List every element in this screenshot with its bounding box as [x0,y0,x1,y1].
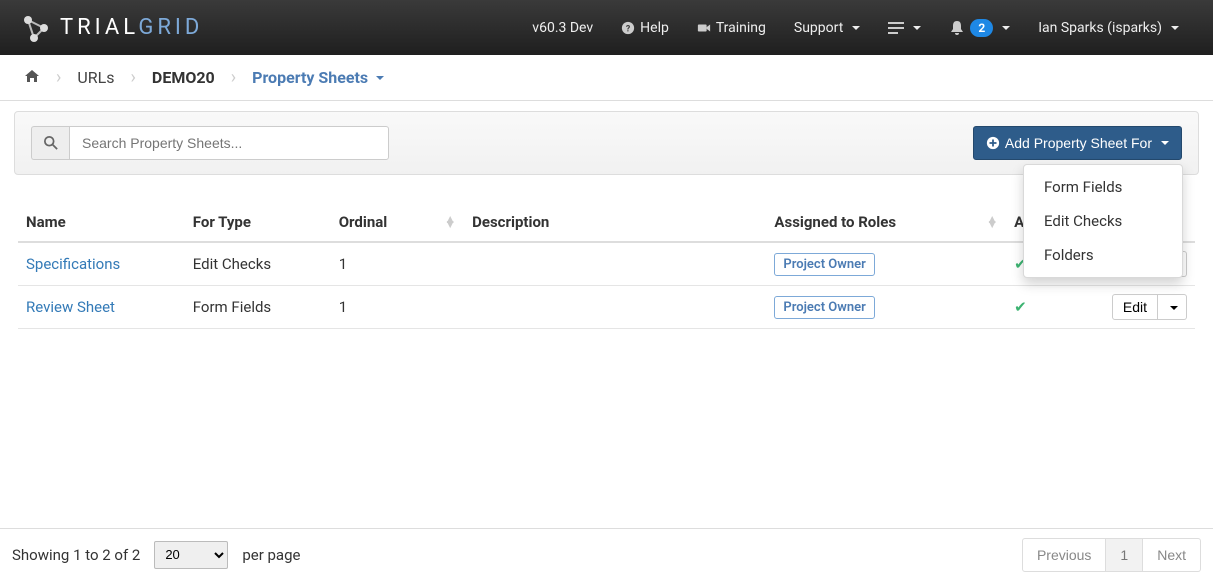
plus-circle-icon [986,136,1000,150]
caret-down-icon [376,76,384,80]
row-for-type: Edit Checks [185,242,331,286]
breadcrumb-separator: › [127,67,140,88]
row-for-type: Form Fields [185,286,331,329]
brand-text: TRIALGRID [60,15,203,40]
add-property-sheet-button[interactable]: Add Property Sheet For [973,126,1182,160]
sort-icon: ▲▼ [444,217,456,227]
pager-next[interactable]: Next [1143,538,1201,572]
help-link[interactable]: ? Help [607,0,683,55]
svg-text:?: ? [626,24,631,34]
footer: Showing 1 to 2 of 2 20 per page Previous… [0,528,1213,580]
col-name[interactable]: Name [18,203,185,242]
edit-caret-button[interactable] [1158,294,1187,320]
caret-down-icon [1171,26,1179,30]
dropdown-item-edit-checks[interactable]: Edit Checks [1024,204,1182,238]
home-icon [24,68,40,84]
brand-logo[interactable]: TRIALGRID [20,12,203,44]
caret-down-icon [913,26,921,30]
breadcrumb-home[interactable] [18,68,46,88]
search-addon [31,126,69,160]
list-menu[interactable] [874,0,935,55]
property-sheets-table: Name For Type Ordinal▲▼ Description Assi… [18,203,1195,329]
video-icon [697,21,711,35]
add-button-label: Add Property Sheet For [1005,135,1152,151]
col-ordinal[interactable]: Ordinal▲▼ [331,203,464,242]
row-ordinal: 1 [331,286,464,329]
breadcrumb-current[interactable]: Property Sheets [246,68,390,87]
help-label: Help [640,20,669,36]
col-description[interactable]: Description [464,203,766,242]
role-badge: Project Owner [774,253,874,276]
user-display-label: Ian Sparks (isparks) [1038,20,1162,36]
role-badge: Project Owner [774,296,874,319]
footer-left: Showing 1 to 2 of 2 20 per page [12,541,300,569]
logo-icon [20,12,52,44]
help-icon: ? [621,21,635,35]
col-assigned[interactable]: Assigned to Roles▲▼ [766,203,1006,242]
page-size-select[interactable]: 20 [154,541,228,569]
search-icon [44,136,58,150]
caret-down-icon [1170,306,1178,310]
table-row: Specifications Edit Checks 1 Project Own… [18,242,1195,286]
content-area: Add Property Sheet For Form Fields Edit … [0,101,1213,329]
breadcrumb-urls[interactable]: URLs [71,68,120,87]
top-navbar: TRIALGRID v60.3 Dev ? Help Training Supp… [0,0,1213,55]
table-row: Review Sheet Form Fields 1 Project Owner… [18,286,1195,329]
training-label: Training [716,20,766,36]
toolbar-panel: Add Property Sheet For Form Fields Edit … [14,111,1199,175]
pager-current[interactable]: 1 [1106,538,1143,572]
row-name-link[interactable]: Review Sheet [26,298,115,316]
breadcrumb-separator: › [52,67,65,88]
breadcrumb-current-label: Property Sheets [252,68,368,87]
caret-down-icon [852,26,860,30]
showing-label: Showing 1 to 2 of 2 [12,546,140,564]
table-wrap: Name For Type Ordinal▲▼ Description Assi… [14,203,1199,329]
user-menu[interactable]: Ian Sparks (isparks) [1024,0,1193,55]
search-group [31,126,389,160]
caret-down-icon [1002,26,1010,30]
sort-icon: ▲▼ [986,217,998,227]
row-ordinal: 1 [331,242,464,286]
dropdown-item-form-fields[interactable]: Form Fields [1024,170,1182,204]
version-label: v60.3 Dev [518,0,607,55]
bell-icon [949,20,965,36]
training-link[interactable]: Training [683,0,780,55]
support-label: Support [794,20,843,36]
notifications-menu[interactable]: 2 [935,0,1024,55]
row-name-link[interactable]: Specifications [26,255,120,273]
notification-count-badge: 2 [970,19,993,37]
pager-previous[interactable]: Previous [1022,538,1106,572]
per-page-label: per page [242,546,300,564]
breadcrumb: › URLs › DEMO20 › Property Sheets [0,55,1213,101]
list-icon [888,20,904,36]
breadcrumb-separator: › [227,67,240,88]
breadcrumb-project[interactable]: DEMO20 [146,68,221,87]
add-dropdown-menu: Form Fields Edit Checks Folders [1023,164,1183,278]
row-description [464,242,766,286]
pager: Previous 1 Next [1022,538,1201,572]
row-description [464,286,766,329]
dropdown-item-folders[interactable]: Folders [1024,238,1182,272]
edit-button-group: Edit [1108,294,1187,320]
check-icon: ✔ [1014,298,1027,316]
edit-button[interactable]: Edit [1112,294,1158,320]
caret-down-icon [1161,141,1169,145]
search-input[interactable] [69,126,389,160]
col-for-type[interactable]: For Type [185,203,331,242]
support-menu[interactable]: Support [780,0,874,55]
